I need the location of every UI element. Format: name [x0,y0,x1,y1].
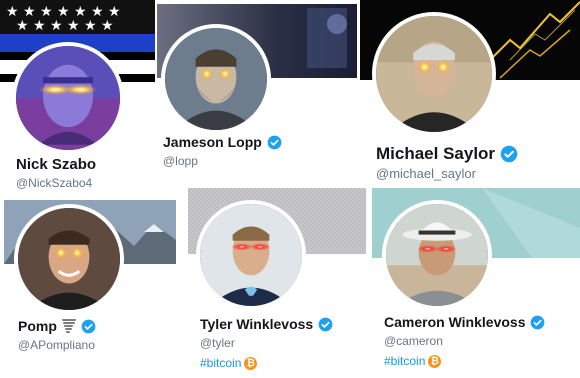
profile-name[interactable]: Cameron Winklevoss [384,314,525,330]
profile-name-row: Pomp [18,318,96,334]
profile-name-row: Jameson Lopp [163,134,282,150]
profile-name[interactable]: Jameson Lopp [163,134,262,150]
verified-badge-icon [81,319,96,334]
svg-text:★ ★ ★ ★ ★ ★: ★ ★ ★ ★ ★ ★ [16,18,114,34]
profile-bio: #bitcoin ₿ [384,354,442,368]
profile-handle[interactable]: @NickSzabo4 [16,176,92,190]
profile-bio: #bitcoin ₿ [200,356,258,370]
avatar-jameson-lopp[interactable] [161,24,271,134]
profile-name-row: Tyler Winklevoss [200,316,333,332]
tornado-icon [61,319,76,333]
profile-handle[interactable]: @lopp [163,154,198,168]
profile-card-cameron-winklevoss[interactable]: Cameron Winklevoss @cameron #bitcoin ₿ [372,188,580,374]
profile-name-row: Michael Saylor [376,144,518,164]
profile-handle[interactable]: @APompliano [18,338,95,352]
profile-handle[interactable]: @tyler [200,336,235,350]
profile-name[interactable]: Nick Szabo [16,156,96,173]
bitcoin-icon: ₿ [428,354,442,368]
profile-name[interactable]: Tyler Winklevoss [200,316,313,332]
profile-name[interactable]: Pomp [18,318,57,334]
profile-card-pomp[interactable]: Pomp @APompliano [4,200,176,362]
verified-badge-icon [318,317,333,332]
profile-card-nick-szabo[interactable]: ★ ★ ★ ★ ★ ★ ★ ★ ★ ★ ★ ★ ★ Nick Szabo @Ni… [0,0,155,198]
profile-handle[interactable]: @cameron [384,334,443,348]
verified-badge-icon [500,145,518,163]
profile-card-michael-saylor[interactable]: Michael Saylor @michael_saylor [360,0,580,186]
profile-handle[interactable]: @michael_saylor [376,166,476,181]
profile-name-row: Cameron Winklevoss [384,314,545,330]
profile-name-row: Nick Szabo [16,156,96,173]
avatar-michael-saylor[interactable] [372,12,496,136]
avatar-nick-szabo[interactable] [12,42,124,154]
bitcoin-icon: ₿ [244,356,258,370]
hashtag-link[interactable]: #bitcoin [200,356,241,370]
hashtag-link[interactable]: #bitcoin [384,354,425,368]
avatar-pomp[interactable] [14,204,124,314]
verified-badge-icon [530,315,545,330]
avatar-tyler-winklevoss[interactable] [196,200,306,310]
profile-card-jameson-lopp[interactable]: Jameson Lopp @lopp [157,4,357,178]
verified-badge-icon [267,135,282,150]
profile-card-tyler-winklevoss[interactable]: Tyler Winklevoss @tyler #bitcoin ₿ [188,188,366,374]
profile-name[interactable]: Michael Saylor [376,144,495,164]
avatar-cameron-winklevoss[interactable] [382,200,492,310]
